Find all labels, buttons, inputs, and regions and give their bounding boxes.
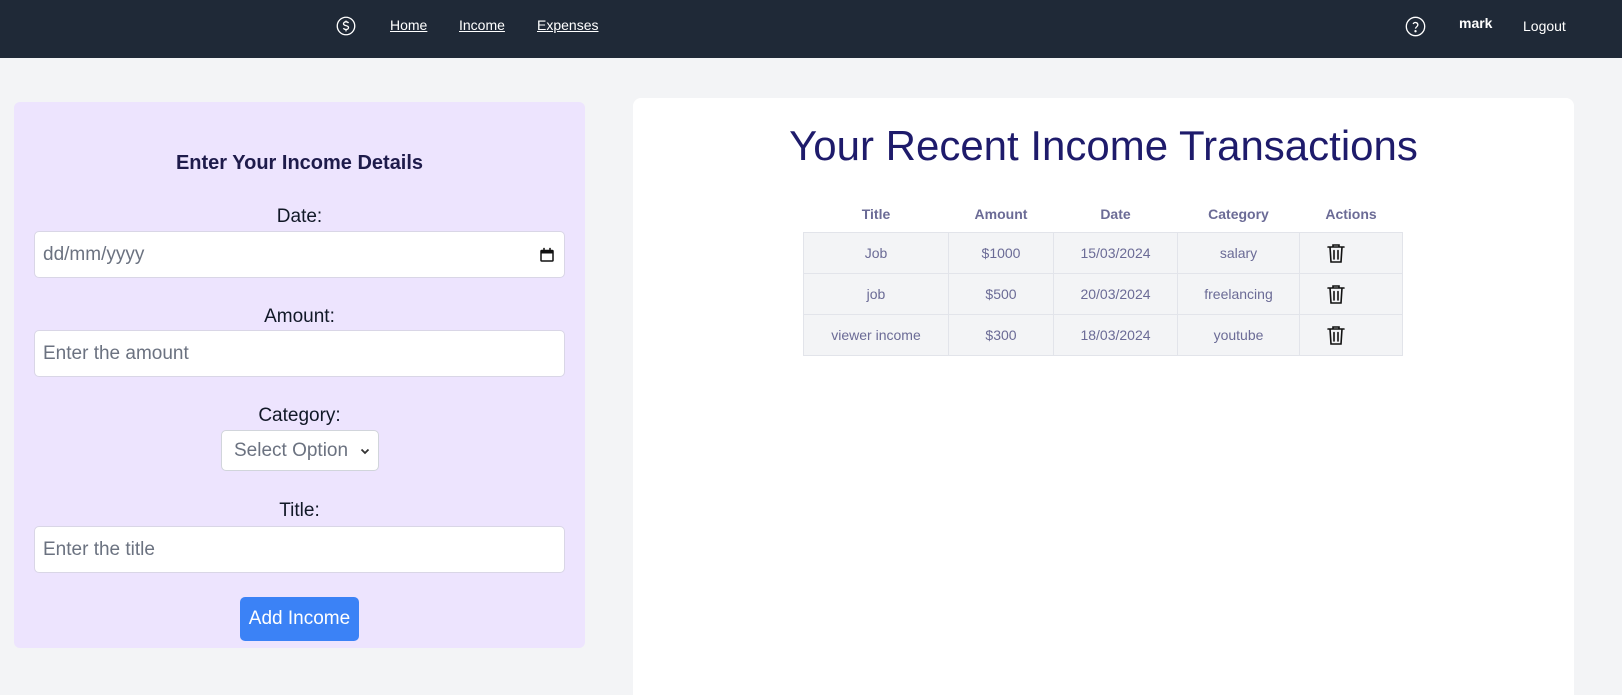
cell-actions <box>1299 272 1403 315</box>
date-placeholder: dd/mm/yyyy <box>43 243 145 265</box>
column-header-title: Title <box>861 205 891 222</box>
date-field[interactable]: dd/mm/yyyy <box>34 231 565 278</box>
cell-date: 15/03/2024 <box>1053 231 1178 274</box>
calendar-icon[interactable] <box>538 246 556 264</box>
top-navbar: Home Income Expenses mark Logout <box>0 0 1622 58</box>
cell-amount: $300 <box>948 313 1054 356</box>
cell-category: salary <box>1177 231 1300 274</box>
chevron-down-icon <box>360 448 370 454</box>
transactions-card: Your Recent Income Transactions Title Am… <box>633 98 1574 695</box>
transactions-table: Title Amount Date Category Actions Job $… <box>803 196 1403 356</box>
table-header-row: Title Amount Date Category Actions <box>804 196 1403 232</box>
table-row: viewer income $300 18/03/2024 youtube <box>803 313 1403 356</box>
table-row: job $500 20/03/2024 freelancing <box>803 272 1403 315</box>
transactions-heading: Your Recent Income Transactions <box>789 122 1418 169</box>
category-selected-value: Select Option <box>234 439 349 461</box>
trash-icon[interactable] <box>1326 283 1346 305</box>
form-title: Enter Your Income Details <box>175 152 424 174</box>
cell-actions <box>1299 313 1403 356</box>
column-header-category: Category <box>1208 205 1269 222</box>
cell-title: viewer income <box>803 313 949 356</box>
question-circle-icon[interactable] <box>1405 16 1426 37</box>
cell-date: 20/03/2024 <box>1053 272 1178 315</box>
date-label: Date: <box>276 206 323 227</box>
cell-category: youtube <box>1177 313 1300 356</box>
username: mark <box>1459 15 1493 31</box>
add-income-button[interactable]: Add Income <box>240 597 359 641</box>
amount-placeholder: Enter the amount <box>43 342 189 364</box>
nav-link-expenses[interactable]: Expenses <box>537 17 598 33</box>
column-header-date: Date <box>1100 205 1131 222</box>
column-header-actions: Actions <box>1325 205 1377 222</box>
nav-link-home[interactable]: Home <box>390 17 427 33</box>
amount-field[interactable]: Enter the amount <box>34 330 565 377</box>
cell-actions <box>1299 231 1403 274</box>
category-label: Category: <box>258 405 341 426</box>
cell-category: freelancing <box>1177 272 1300 315</box>
nav-link-income[interactable]: Income <box>459 17 505 33</box>
cell-title: Job <box>803 231 949 274</box>
trash-icon[interactable] <box>1326 324 1346 346</box>
logout-button[interactable]: Logout <box>1523 18 1566 34</box>
cell-amount: $1000 <box>948 231 1054 274</box>
amount-label: Amount: <box>264 306 335 327</box>
income-form: Enter Your Income Details Date: dd/mm/yy… <box>14 102 585 648</box>
title-field[interactable]: Enter the title <box>34 526 565 573</box>
cell-date: 18/03/2024 <box>1053 313 1178 356</box>
cell-title: job <box>803 272 949 315</box>
category-select[interactable]: Select Option <box>221 430 379 471</box>
trash-icon[interactable] <box>1326 242 1346 264</box>
title-label: Title: <box>279 500 320 521</box>
column-header-amount: Amount <box>974 205 1028 222</box>
dollar-circle-icon[interactable] <box>336 16 356 36</box>
title-placeholder: Enter the title <box>43 538 155 560</box>
table-row: Job $1000 15/03/2024 salary <box>803 231 1403 274</box>
cell-amount: $500 <box>948 272 1054 315</box>
